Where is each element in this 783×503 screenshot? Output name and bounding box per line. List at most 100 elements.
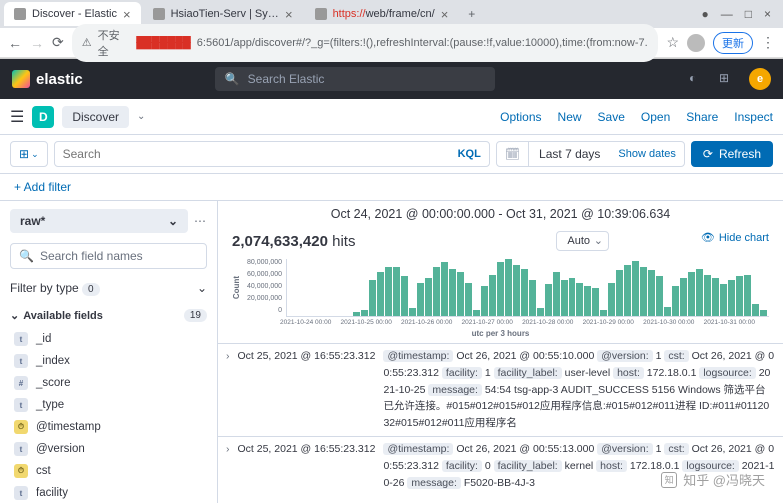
chart-bar[interactable] — [385, 267, 392, 316]
chart-bar[interactable] — [449, 269, 456, 317]
chart-bar[interactable] — [545, 284, 552, 316]
expand-icon[interactable]: › — [226, 441, 230, 491]
account-icon[interactable]: ● — [701, 7, 708, 21]
sidebar-options-icon[interactable]: ⋯ — [194, 214, 207, 228]
chart-bar[interactable] — [537, 308, 544, 316]
field-item[interactable]: #_score — [0, 372, 217, 394]
chart-bar[interactable] — [489, 275, 496, 316]
update-button[interactable]: 更新 — [713, 32, 753, 54]
chart-bar[interactable] — [632, 261, 639, 316]
global-search[interactable]: 🔍 Search Elastic — [215, 67, 495, 91]
chart-bar[interactable] — [656, 276, 663, 316]
chart-bar[interactable] — [576, 283, 583, 316]
available-fields-header[interactable]: ⌄Available fields 19 — [10, 309, 207, 322]
add-filter-button[interactable]: + Add filter — [14, 180, 71, 194]
filter-menu-button[interactable]: ⊞⌄ — [10, 141, 48, 167]
chart-bar[interactable] — [553, 272, 560, 316]
newsfeed-icon[interactable]: ⊞ — [719, 71, 735, 87]
chart-bars[interactable] — [286, 259, 769, 317]
chart-bar[interactable] — [465, 283, 472, 316]
date-picker[interactable]: 🗓 Last 7 days Show dates — [496, 141, 685, 167]
chart-bar[interactable] — [513, 265, 520, 316]
chart-bar[interactable] — [584, 286, 591, 316]
chart-bar[interactable] — [672, 286, 679, 316]
app-name-button[interactable]: Discover — [62, 106, 129, 128]
save-link[interactable]: Save — [598, 110, 625, 124]
elastic-logo[interactable]: elastic — [12, 70, 83, 88]
chart-bar[interactable] — [425, 278, 432, 316]
hide-chart-button[interactable]: 👁 Hide chart — [701, 231, 769, 244]
chart-bar[interactable] — [505, 259, 512, 316]
chart-bar[interactable] — [417, 283, 424, 316]
chart-bar[interactable] — [608, 283, 615, 316]
options-link[interactable]: Options — [500, 110, 541, 124]
chart-bar[interactable] — [377, 272, 384, 316]
chart-bar[interactable] — [401, 276, 408, 316]
profile-icon[interactable] — [687, 34, 705, 52]
browser-tab[interactable]: HsiaoTien-Serv | Syncthing × — [143, 2, 303, 26]
close-window-icon[interactable]: × — [764, 7, 771, 21]
chart-bar[interactable] — [688, 272, 695, 316]
index-pattern-selector[interactable]: raw* ⌄ — [10, 209, 188, 233]
field-item[interactable]: t_type — [0, 394, 217, 416]
chart-bar[interactable] — [433, 267, 440, 316]
close-icon[interactable]: × — [441, 7, 449, 22]
chart-bar[interactable] — [664, 307, 671, 316]
share-link[interactable]: Share — [686, 110, 718, 124]
filter-by-type[interactable]: Filter by type 0 ⌄ — [10, 277, 207, 299]
new-tab-button[interactable]: + — [460, 7, 483, 21]
chart-bar[interactable] — [624, 265, 631, 316]
menu-icon[interactable]: ⋮ — [761, 34, 775, 51]
chevron-down-icon[interactable]: ⌄ — [137, 111, 145, 122]
query-input[interactable] — [63, 142, 458, 166]
open-link[interactable]: Open — [641, 110, 670, 124]
minimize-icon[interactable]: — — [721, 7, 733, 21]
field-item[interactable]: t@version — [0, 438, 217, 460]
chart-bar[interactable] — [353, 312, 360, 316]
expand-icon[interactable]: › — [226, 348, 230, 432]
chart-bar[interactable] — [592, 288, 599, 316]
maximize-icon[interactable]: □ — [745, 7, 752, 21]
star-icon[interactable]: ☆ — [666, 34, 679, 51]
close-icon[interactable]: × — [285, 7, 293, 22]
new-link[interactable]: New — [558, 110, 582, 124]
chart-bar[interactable] — [369, 280, 376, 316]
chart-bar[interactable] — [393, 267, 400, 316]
close-icon[interactable]: × — [123, 7, 131, 22]
help-icon[interactable]: ◐ — [689, 71, 705, 87]
field-item[interactable]: t_index — [0, 350, 217, 372]
chart-bar[interactable] — [752, 304, 759, 316]
back-icon[interactable]: ← — [8, 35, 22, 51]
field-item[interactable]: t_id — [0, 328, 217, 350]
chart-bar[interactable] — [616, 270, 623, 316]
chart-bar[interactable] — [648, 270, 655, 316]
avatar[interactable]: e — [749, 68, 771, 90]
chart-bar[interactable] — [361, 310, 368, 316]
inspect-link[interactable]: Inspect — [734, 110, 773, 124]
chart-bar[interactable] — [704, 275, 711, 316]
browser-tab-active[interactable]: Discover - Elastic × — [4, 2, 141, 26]
reload-icon[interactable]: ⟳ — [52, 34, 64, 51]
refresh-button[interactable]: ⟳ Refresh — [691, 141, 773, 167]
chart-bar[interactable] — [720, 284, 727, 316]
chart-bar[interactable] — [744, 275, 751, 316]
field-item[interactable]: ⏱cst — [0, 460, 217, 482]
chart-bar[interactable] — [521, 269, 528, 317]
chart-bar[interactable] — [497, 262, 504, 316]
document-row[interactable]: ›Oct 25, 2021 @ 16:55:23.312@timestamp: … — [218, 343, 783, 436]
chart-bar[interactable] — [529, 280, 536, 316]
chart-bar[interactable] — [561, 280, 568, 316]
chart-bar[interactable] — [409, 308, 416, 316]
address-bar[interactable]: ⚠ 不安全 ███████ 6:5601/app/discover#/?_g=(… — [72, 24, 659, 62]
chart-bar[interactable] — [712, 278, 719, 316]
field-search[interactable]: 🔍 Search field names — [10, 243, 207, 269]
chart-bar[interactable] — [481, 286, 488, 316]
chart-bar[interactable] — [680, 278, 687, 316]
chart-bar[interactable] — [640, 267, 647, 316]
chart-bar[interactable] — [696, 269, 703, 317]
chart-bar[interactable] — [728, 280, 735, 316]
nav-toggle-icon[interactable]: ☰ — [10, 107, 24, 127]
field-item[interactable]: ⏱@timestamp — [0, 416, 217, 438]
chart-bar[interactable] — [457, 272, 464, 316]
chart-bar[interactable] — [441, 262, 448, 316]
